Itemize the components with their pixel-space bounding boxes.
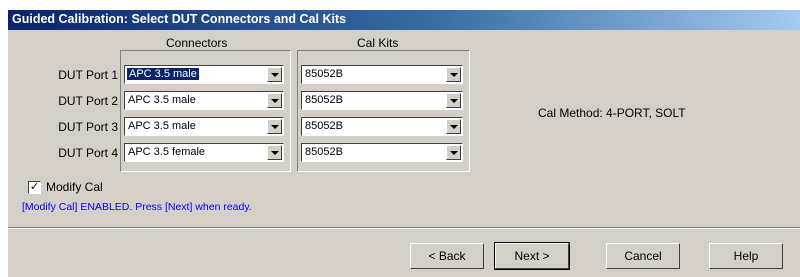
window-title: Guided Calibration: Select DUT Connector… [12, 12, 347, 26]
status-message: [Modify Cal] ENABLED. Press [Next] when … [22, 201, 252, 213]
chevron-down-icon[interactable] [267, 93, 282, 108]
connectors-header: Connectors [166, 36, 228, 50]
port-1-label: DUT Port 1 [58, 68, 118, 82]
cal-kits-header: Cal Kits [357, 36, 399, 50]
port-4-label: DUT Port 4 [58, 146, 118, 160]
port-4-connector-select[interactable]: APC 3.5 female [124, 143, 284, 162]
port-2-calkit-value: 85052B [305, 94, 343, 106]
port-1-calkit-value: 85052B [305, 68, 343, 80]
chevron-down-icon[interactable] [446, 93, 461, 108]
port-1-connector-select[interactable]: APC 3.5 male [124, 65, 284, 84]
port-3-calkit-select[interactable]: 85052B [301, 117, 463, 136]
chevron-down-icon[interactable] [446, 67, 461, 82]
cancel-button[interactable]: Cancel [606, 243, 680, 269]
guided-calibration-dialog: Guided Calibration: Select DUT Connector… [8, 10, 800, 277]
modify-cal-checkbox[interactable]: ✓ [28, 181, 41, 194]
port-4-calkit-value: 85052B [305, 146, 343, 158]
next-button[interactable]: Next > [494, 242, 570, 270]
port-1-connector-value: APC 3.5 male [127, 68, 199, 80]
chevron-down-icon[interactable] [267, 145, 282, 160]
port-2-label: DUT Port 2 [58, 94, 118, 108]
cal-method-label: Cal Method: 4-PORT, SOLT [538, 106, 686, 120]
port-3-connector-select[interactable]: APC 3.5 male [124, 117, 284, 136]
title-bar: Guided Calibration: Select DUT Connector… [8, 10, 800, 30]
modify-cal-label[interactable]: Modify Cal [46, 180, 103, 194]
port-2-connector-select[interactable]: APC 3.5 male [124, 91, 284, 110]
port-2-calkit-select[interactable]: 85052B [301, 91, 463, 110]
back-button[interactable]: < Back [410, 243, 484, 269]
chevron-down-icon[interactable] [446, 145, 461, 160]
chevron-down-icon[interactable] [446, 119, 461, 134]
port-2-connector-value: APC 3.5 male [128, 94, 196, 106]
help-button[interactable]: Help [709, 243, 783, 269]
divider [8, 227, 800, 229]
port-3-label: DUT Port 3 [58, 120, 118, 134]
port-3-calkit-value: 85052B [305, 120, 343, 132]
port-4-connector-value: APC 3.5 female [128, 146, 206, 158]
port-4-calkit-select[interactable]: 85052B [301, 143, 463, 162]
chevron-down-icon[interactable] [267, 67, 282, 82]
port-1-calkit-select[interactable]: 85052B [301, 65, 463, 84]
port-3-connector-value: APC 3.5 male [128, 120, 196, 132]
chevron-down-icon[interactable] [267, 119, 282, 134]
